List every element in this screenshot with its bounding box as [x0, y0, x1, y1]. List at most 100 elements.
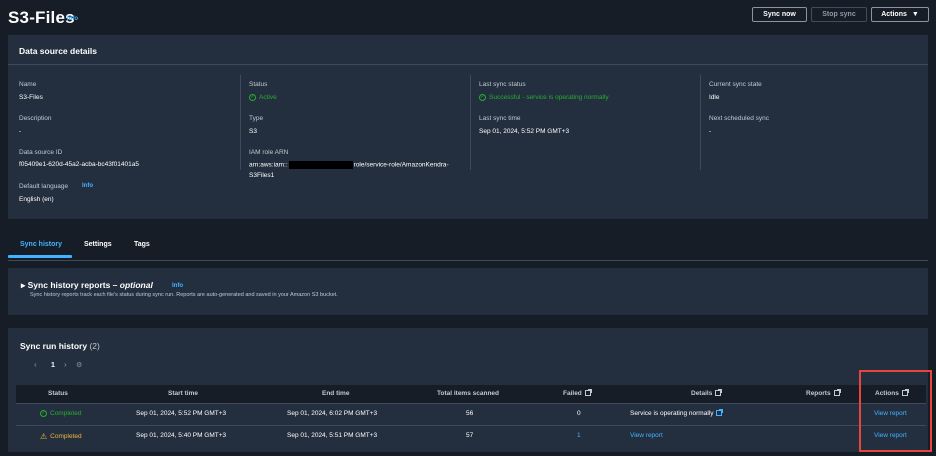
- col-start-time: Start time: [168, 390, 198, 397]
- row1-failed: 0: [577, 410, 581, 417]
- data-source-details-panel: Data source details Name S3-Files Descri…: [8, 35, 928, 219]
- description-label: Description: [19, 115, 52, 122]
- type-value: S3: [249, 128, 257, 135]
- title-info-link[interactable]: Info: [67, 16, 78, 22]
- last-sync-time-label: Last sync time: [479, 115, 521, 122]
- tab-tags[interactable]: Tags: [134, 241, 150, 248]
- reports-title[interactable]: ▸ Sync history reports – optional: [21, 280, 153, 291]
- column-divider: [700, 75, 701, 170]
- next-scheduled-sync-value: -: [709, 128, 712, 135]
- last-sync-status-text: Successful - service is operating normal…: [489, 94, 609, 102]
- current-sync-state-label: Current sync state: [709, 81, 762, 88]
- check-circle-icon: ✓: [479, 94, 486, 101]
- col-total-items: Total items scanned: [437, 390, 500, 397]
- tabs-divider: [8, 260, 928, 261]
- history-title: Sync run history (2): [20, 341, 100, 351]
- row1-status: ✓ Completed: [40, 410, 81, 417]
- history-count: (2): [89, 341, 100, 351]
- row2-status-text: Completed: [50, 433, 82, 441]
- col-details[interactable]: Details: [691, 389, 723, 397]
- data-source-id-value: f05409e1-620d-45a2-acba-bc43f01401a5: [19, 161, 139, 168]
- next-page-icon[interactable]: ›: [64, 360, 67, 369]
- check-circle-icon: ✓: [249, 94, 256, 101]
- sync-now-label: Sync now: [763, 11, 796, 18]
- column-divider: [470, 75, 471, 170]
- default-language-label: Default language: [19, 183, 69, 190]
- iam-suffix: role/service-role/AmazonKendra-: [353, 161, 449, 169]
- col-reports-label: Reports: [806, 390, 831, 397]
- row-divider: [16, 425, 926, 426]
- status-label: Status: [249, 81, 268, 88]
- active-tab-indicator: [8, 255, 72, 258]
- col-reports[interactable]: Reports: [806, 389, 841, 397]
- tab-sync-history[interactable]: Sync history: [20, 241, 62, 248]
- actions-dropdown-button[interactable]: Actions ▼: [871, 7, 929, 22]
- row1-total: 56: [466, 410, 474, 417]
- page-number[interactable]: 1: [51, 362, 55, 369]
- external-link-icon: [833, 389, 841, 397]
- row2-start-time: Sep 01, 2024, 5:40 PM GMT+3: [136, 432, 227, 439]
- default-language-value: English (en): [19, 196, 54, 203]
- actions-label: Actions: [881, 11, 907, 18]
- row1-details[interactable]: Service is operating normally: [630, 409, 724, 417]
- row2-details-link[interactable]: View report: [630, 432, 663, 439]
- col-failed[interactable]: Failed: [563, 389, 592, 397]
- data-source-id-label: Data source ID: [19, 149, 63, 156]
- tab-settings[interactable]: Settings: [84, 241, 112, 248]
- row-divider: [16, 403, 926, 404]
- iam-prefix: arn:aws:iam::: [249, 161, 288, 169]
- name-value: S3-Files: [19, 94, 43, 101]
- col-failed-label: Failed: [563, 390, 582, 397]
- row2-failed-link[interactable]: 1: [577, 432, 581, 439]
- row1-end-time: Sep 01, 2024, 6:02 PM GMT+3: [287, 410, 378, 417]
- panel-header: [8, 35, 928, 65]
- row1-details-text: Service is operating normally: [630, 410, 714, 417]
- check-circle-icon: ✓: [40, 410, 47, 417]
- external-link-icon: [715, 389, 723, 397]
- sync-run-history-panel: Sync run history (2) ‹ 1 › ⚙ Status Star…: [8, 328, 928, 452]
- row2-total: 57: [466, 432, 474, 439]
- redacted-account-id: [288, 161, 353, 169]
- history-title-text: Sync run history: [20, 341, 88, 351]
- warning-icon: ⚠: [40, 432, 48, 441]
- description-value: -: [19, 128, 22, 135]
- current-sync-state-value: Idle: [709, 94, 720, 101]
- panel-title: Data source details: [19, 46, 97, 56]
- iam-role-value: arn:aws:iam:: role/service-role/AmazonKen…: [249, 161, 449, 169]
- last-sync-status-label: Last sync status: [479, 81, 526, 88]
- page-title: S3-Files: [8, 8, 75, 27]
- settings-gear-icon[interactable]: ⚙: [76, 361, 82, 369]
- col-end-time: End time: [322, 390, 350, 397]
- reports-description: Sync history reports track each file's s…: [30, 292, 338, 298]
- col-details-label: Details: [691, 390, 713, 397]
- iam-role-label: IAM role ARN: [249, 149, 289, 156]
- col-status: Status: [48, 390, 68, 397]
- stop-sync-button[interactable]: Stop sync: [811, 7, 867, 22]
- last-sync-status-value: ✓ Successful - service is operating norma…: [479, 94, 609, 101]
- reports-title-optional: optional: [119, 280, 153, 290]
- next-scheduled-sync-label: Next scheduled sync: [709, 115, 769, 122]
- status-value: ✓ Active: [249, 94, 277, 101]
- row2-end-time: Sep 01, 2024, 5:51 PM GMT+3: [287, 432, 378, 439]
- external-link-icon: [716, 409, 724, 417]
- column-divider: [240, 75, 241, 170]
- caret-down-icon: ▼: [911, 11, 919, 18]
- status-text: Active: [259, 94, 277, 102]
- iam-role-value-line2: S3Files1: [249, 172, 275, 179]
- stop-sync-label: Stop sync: [822, 11, 856, 18]
- prev-page-icon[interactable]: ‹: [34, 360, 37, 369]
- sync-now-button[interactable]: Sync now: [752, 7, 807, 22]
- last-sync-time-value: Sep 01, 2024, 5:52 PM GMT+3: [479, 128, 570, 135]
- row1-status-text: Completed: [50, 410, 82, 418]
- row2-status: ⚠ Completed: [40, 432, 82, 441]
- reports-info-link[interactable]: Info: [172, 283, 183, 289]
- external-link-icon: [584, 389, 592, 397]
- row1-start-time: Sep 01, 2024, 5:52 PM GMT+3: [136, 410, 227, 417]
- name-label: Name: [19, 81, 37, 88]
- reports-title-main: Sync history reports –: [27, 280, 120, 290]
- actions-column-highlight: [859, 370, 932, 452]
- language-info-link[interactable]: Info: [82, 183, 93, 189]
- sync-history-reports-panel[interactable]: ▸ Sync history reports – optional Info S…: [8, 268, 928, 315]
- caret-right-icon: ▸: [21, 280, 28, 290]
- type-label: Type: [249, 115, 264, 122]
